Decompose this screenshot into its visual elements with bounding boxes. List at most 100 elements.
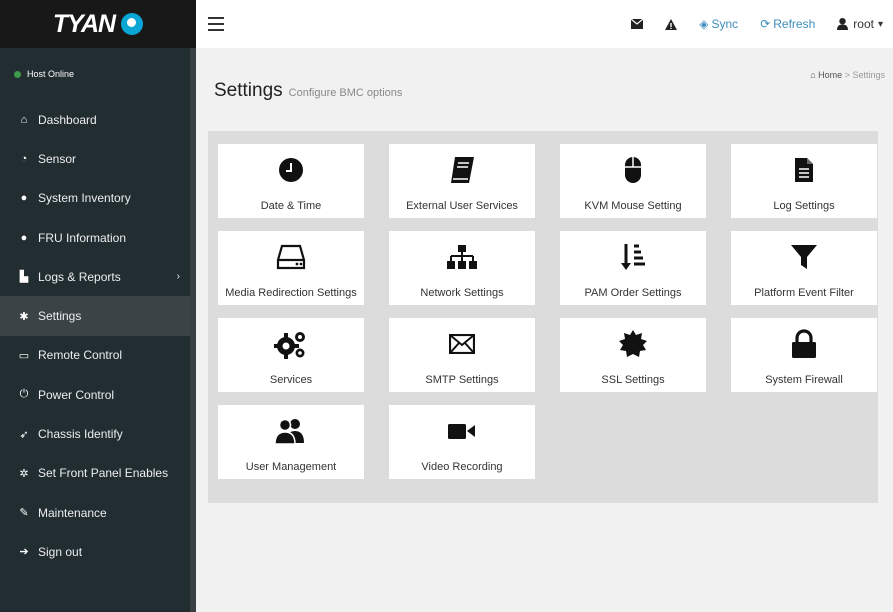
sidebar-item-chassis-identify[interactable]: ➶ Chassis Identify — [0, 414, 196, 453]
sidebar-item-fru-information[interactable]: ● FRU Information — [0, 218, 196, 257]
warning-icon — [665, 18, 678, 30]
settings-tile-smtp-settings[interactable]: SMTP Settings — [389, 318, 535, 392]
settings-tile-label: Media Redirection Settings — [225, 287, 357, 299]
settings-tile-label: Services — [269, 374, 313, 386]
sidebar-item-label: Chassis Identify — [38, 427, 123, 442]
settings-tile-platform-event-filter[interactable]: Platform Event Filter — [731, 231, 877, 305]
sidebar-item-label: Remote Control — [38, 348, 123, 363]
cogs-icon — [274, 324, 308, 364]
rocket-icon: ➶ — [19, 428, 29, 441]
sync-button[interactable]: ◈ Sync — [699, 17, 738, 31]
settings-tile-system-firewall[interactable]: System Firewall — [731, 318, 877, 392]
sidebar-item-label: Sign out — [38, 544, 83, 559]
logo-mark-icon — [121, 13, 144, 35]
top-bar: ◈ Sync ⟳ Refresh root ▾ — [196, 0, 893, 48]
host-status: Host Online — [0, 48, 196, 100]
sidebar-item-dashboard[interactable]: ⌂ Dashboard — [0, 100, 196, 139]
user-name: root — [853, 17, 874, 31]
sidebar-item-sensor[interactable]: ◔ Sensor — [0, 139, 196, 178]
sidebar-item-settings[interactable]: ✱ Settings — [0, 296, 196, 336]
video-camera-icon — [447, 411, 477, 451]
settings-tile-services[interactable]: Services — [218, 318, 364, 392]
gears-icon: ✲ — [19, 467, 29, 480]
lock-icon — [791, 324, 817, 364]
chevron-right-icon: › — [176, 271, 180, 283]
breadcrumb-separator: > — [844, 70, 850, 80]
refresh-button[interactable]: ⟳ Refresh — [760, 17, 815, 31]
messages-button[interactable] — [631, 19, 644, 29]
info-icon: ● — [20, 192, 28, 205]
sitemap-icon — [447, 237, 477, 277]
sidebar-item-sign-out[interactable]: ➔ Sign out — [0, 532, 196, 571]
sidebar-item-label: FRU Information — [38, 230, 127, 245]
home-icon: ⌂ — [20, 113, 28, 126]
book-icon — [449, 150, 475, 190]
users-icon — [275, 411, 307, 451]
settings-tile-user-management[interactable]: User Management — [218, 405, 364, 479]
settings-tile-label: KVM Mouse Setting — [584, 200, 682, 212]
filter-icon — [790, 237, 818, 277]
settings-tile-network-settings[interactable]: Network Settings — [389, 231, 535, 305]
settings-tile-ssl-settings[interactable]: SSL Settings — [560, 318, 706, 392]
sign-out-icon: ➔ — [19, 546, 29, 559]
main-content: Settings Configure BMC options ⌂ Home > S… — [196, 48, 893, 612]
sidebar-item-system-inventory[interactable]: ● System Inventory — [0, 179, 196, 218]
alerts-button[interactable] — [665, 18, 678, 30]
file-text-icon — [794, 150, 814, 190]
power-icon: ⏻ — [19, 388, 29, 401]
wrench-icon: ✎ — [19, 507, 29, 520]
sidebar-item-label: Dashboard — [38, 112, 97, 127]
settings-tile-label: Network Settings — [420, 287, 504, 299]
menu-toggle-icon[interactable] — [208, 17, 224, 31]
sidebar-item-logs-reports[interactable]: ▙ Logs & Reports › — [0, 257, 196, 296]
sidebar-item-remote-control[interactable]: ▭ Remote Control — [0, 336, 196, 375]
settings-tile-label: System Firewall — [765, 374, 843, 386]
settings-tile-kvm-mouse-setting[interactable]: KVM Mouse Setting — [560, 144, 706, 218]
sidebar-item-set-front-panel-enables[interactable]: ✲ Set Front Panel Enables — [0, 454, 196, 493]
sync-icon: ◈ — [699, 17, 709, 31]
sidebar-item-maintenance[interactable]: ✎ Maintenance — [0, 493, 196, 532]
sidebar-item-power-control[interactable]: ⏻ Power Control — [0, 375, 196, 414]
settings-tile-label: SMTP Settings — [425, 374, 499, 386]
host-status-text: Host Online — [27, 69, 75, 79]
page-subtitle: Configure BMC options — [288, 87, 403, 99]
certificate-icon — [618, 324, 648, 364]
clock-icon — [278, 150, 304, 190]
brand-logo[interactable]: TYAN — [0, 0, 196, 48]
settings-tile-external-user-services[interactable]: External User Services — [389, 144, 535, 218]
home-icon: ⌂ — [810, 70, 816, 80]
sidebar-item-label: System Inventory — [38, 191, 131, 206]
sidebar-item-label: Maintenance — [38, 505, 107, 520]
sync-label: Sync — [711, 17, 739, 31]
envelope-icon — [449, 324, 475, 364]
envelope-icon — [631, 19, 644, 29]
settings-tile-label: Date & Time — [260, 200, 322, 212]
settings-panel: Date & Time External User Services KVM Mou… — [208, 131, 878, 503]
sidebar: TYAN Host Online ⌂ Dashboard ◔ Sensor ● Syste… — [0, 0, 196, 612]
info-icon: ● — [20, 231, 28, 244]
sidebar-item-label: Power Control — [38, 387, 115, 402]
user-menu[interactable]: root ▾ — [837, 17, 883, 31]
breadcrumb-current: Settings — [852, 70, 885, 80]
settings-tile-pam-order-settings[interactable]: PAM Order Settings — [560, 231, 706, 305]
refresh-label: Refresh — [773, 17, 816, 31]
refresh-icon: ⟳ — [760, 17, 771, 31]
settings-tile-label: SSL Settings — [601, 374, 665, 386]
settings-tile-label: User Management — [245, 461, 337, 473]
logo-text: TYAN — [52, 9, 116, 38]
dashboard-icon: ◔ — [20, 152, 28, 165]
settings-tile-media-redirection-settings[interactable]: Media Redirection Settings — [218, 231, 364, 305]
breadcrumb-home[interactable]: Home — [818, 70, 842, 80]
settings-tile-video-recording[interactable]: Video Recording — [389, 405, 535, 479]
settings-tile-date-and-time[interactable]: Date & Time — [218, 144, 364, 218]
settings-tile-label: Video Recording — [421, 461, 503, 473]
settings-tile-log-settings[interactable]: Log Settings — [731, 144, 877, 218]
sidebar-item-label: Set Front Panel Enables — [38, 466, 169, 481]
mouse-icon — [624, 150, 642, 190]
desktop-icon: ▭ — [18, 349, 30, 362]
sidebar-item-label: Logs & Reports — [38, 269, 121, 284]
sidebar-nav: ⌂ Dashboard ◔ Sensor ● System Inventory ● FRU I… — [0, 100, 196, 572]
settings-tile-label: PAM Order Settings — [584, 287, 682, 299]
settings-tile-label: Log Settings — [773, 200, 835, 212]
gear-icon: ✱ — [19, 310, 29, 323]
